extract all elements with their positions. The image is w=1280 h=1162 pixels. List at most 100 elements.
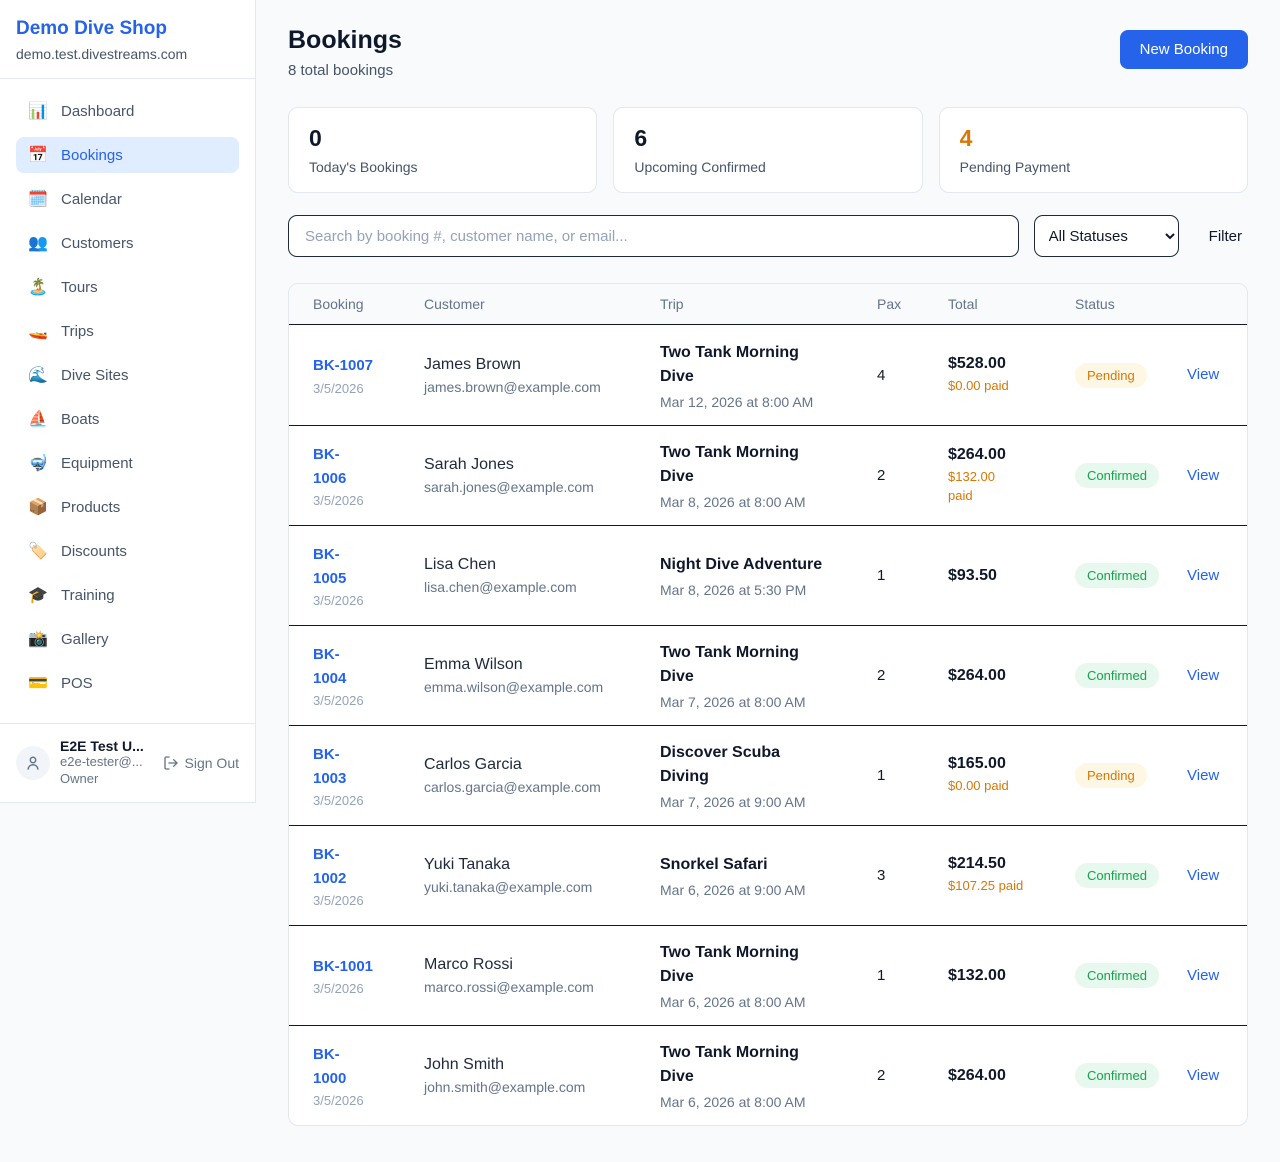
status-badge: Pending <box>1075 763 1147 788</box>
sidebar-item[interactable]: 📅 Bookings <box>16 137 239 173</box>
stat-label: Upcoming Confirmed <box>634 159 901 175</box>
page-subtitle: 8 total bookings <box>288 62 402 79</box>
view-link[interactable]: View <box>1187 667 1219 684</box>
trip-name: Two Tank Morning Dive <box>660 641 867 689</box>
page-title: Bookings <box>288 26 402 55</box>
customer-cell: John Smith john.smith@example.com <box>424 1056 660 1095</box>
view-link[interactable]: View <box>1187 867 1219 884</box>
table-row: BK-1001 3/5/2026 Marco Rossi marco.rossi… <box>289 925 1247 1025</box>
customer-email: sarah.jones@example.com <box>424 479 650 495</box>
booking-cell: BK-1007 3/5/2026 <box>313 354 424 395</box>
view-link[interactable]: View <box>1187 967 1219 984</box>
sidebar-item[interactable]: 📸 Gallery <box>16 621 239 657</box>
total-amount: $528.00 <box>948 355 1065 373</box>
trip-cell: Night Dive Adventure Mar 8, 2026 at 5:30… <box>660 553 877 598</box>
view-link[interactable]: View <box>1187 366 1219 383</box>
search-input[interactable] <box>288 215 1019 257</box>
customer-cell: James Brown james.brown@example.com <box>424 356 660 395</box>
view-link[interactable]: View <box>1187 567 1219 584</box>
actions-cell: View <box>1187 467 1223 485</box>
total-cell: $214.50 $107.25 paid <box>948 855 1075 895</box>
sign-out-icon <box>163 755 179 771</box>
stat-card: 4 Pending Payment <box>939 107 1248 193</box>
booking-date: 3/5/2026 <box>313 893 414 908</box>
sidebar-item-label: Customers <box>61 235 134 252</box>
customer-email: carlos.garcia@example.com <box>424 779 650 795</box>
shop-name: Demo Dive Shop <box>16 18 239 40</box>
trip-datetime: Mar 7, 2026 at 8:00 AM <box>660 694 867 710</box>
sidebar-item[interactable]: 🏝️ Tours <box>16 269 239 305</box>
pax-cell: 3 <box>877 867 948 884</box>
stat-label: Today's Bookings <box>309 159 576 175</box>
total-cell: $264.00 <box>948 667 1075 685</box>
booking-id-link[interactable]: BK-1001 <box>313 955 414 978</box>
stat-cards: 0 Today's Bookings 6 Upcoming Confirmed … <box>288 107 1248 193</box>
status-badge: Confirmed <box>1075 1063 1159 1088</box>
trip-name: Two Tank Morning Dive <box>660 1041 867 1089</box>
table-header-row: Booking Customer Trip Pax Total Status <box>289 284 1247 325</box>
booking-id-link[interactable]: BK-1007 <box>313 354 414 377</box>
sidebar-item[interactable]: 🚤 Trips <box>16 313 239 349</box>
sidebar-item-label: POS <box>61 675 93 692</box>
actions-cell: View <box>1187 667 1223 685</box>
paid-amount: $132.00 paid <box>948 468 1065 504</box>
customer-email: lisa.chen@example.com <box>424 579 650 595</box>
sign-out-button[interactable]: Sign Out <box>163 755 239 771</box>
sidebar-item[interactable]: 📊 Dashboard <box>16 93 239 129</box>
total-cell: $264.00 <box>948 1067 1075 1085</box>
new-booking-button[interactable]: New Booking <box>1120 30 1248 69</box>
status-badge: Pending <box>1075 363 1147 388</box>
sidebar-item[interactable]: 🏷️ Discounts <box>16 533 239 569</box>
booking-date: 3/5/2026 <box>313 493 414 508</box>
sidebar-item[interactable]: 👥 Customers <box>16 225 239 261</box>
booking-cell: BK- 1003 3/5/2026 <box>313 743 424 808</box>
trip-datetime: Mar 7, 2026 at 9:00 AM <box>660 794 867 810</box>
sidebar-item-icon: 🏝️ <box>28 277 48 297</box>
booking-id-link[interactable]: BK- 1006 <box>313 443 414 490</box>
trip-name: Discover Scuba Diving <box>660 741 867 789</box>
filter-button[interactable]: Filter <box>1209 228 1242 245</box>
trip-datetime: Mar 8, 2026 at 8:00 AM <box>660 494 867 510</box>
customer-email: james.brown@example.com <box>424 379 650 395</box>
booking-id-link[interactable]: BK- 1003 <box>313 743 414 790</box>
sidebar-item[interactable]: 💳 POS <box>16 665 239 701</box>
sidebar-item[interactable]: 📦 Products <box>16 489 239 525</box>
sidebar-item[interactable]: 🎓 Training <box>16 577 239 613</box>
booking-id-link[interactable]: BK- 1004 <box>313 643 414 690</box>
status-cell: Confirmed <box>1075 1063 1187 1088</box>
sidebar-item-icon: ⛵ <box>28 409 48 429</box>
pax-cell: 1 <box>877 967 948 984</box>
table-row: BK- 1006 3/5/2026 Sarah Jones sarah.jone… <box>289 425 1247 525</box>
sidebar-item-label: Training <box>61 587 115 604</box>
sidebar-item[interactable]: 🌊 Dive Sites <box>16 357 239 393</box>
booking-id-link[interactable]: BK- 1000 <box>313 1043 414 1090</box>
status-cell: Confirmed <box>1075 663 1187 688</box>
sidebar-item[interactable]: 🤿 Equipment <box>16 445 239 481</box>
table-row: BK-1007 3/5/2026 James Brown james.brown… <box>289 325 1247 425</box>
status-select[interactable]: All Statuses <box>1034 215 1179 257</box>
trip-name: Two Tank Morning Dive <box>660 441 867 489</box>
booking-date: 3/5/2026 <box>313 381 414 396</box>
view-link[interactable]: View <box>1187 467 1219 484</box>
booking-date: 3/5/2026 <box>313 1093 414 1108</box>
sidebar-item[interactable]: 🗓️ Calendar <box>16 181 239 217</box>
table-column-header: Customer <box>424 296 660 312</box>
stat-value: 6 <box>634 125 901 152</box>
status-cell: Pending <box>1075 763 1187 788</box>
status-badge: Confirmed <box>1075 663 1159 688</box>
customer-email: yuki.tanaka@example.com <box>424 879 650 895</box>
customer-cell: Carlos Garcia carlos.garcia@example.com <box>424 756 660 795</box>
booking-date: 3/5/2026 <box>313 693 414 708</box>
actions-cell: View <box>1187 867 1223 885</box>
booking-cell: BK-1001 3/5/2026 <box>313 955 424 996</box>
view-link[interactable]: View <box>1187 767 1219 784</box>
sidebar-item-label: Dashboard <box>61 103 134 120</box>
table-column-header: Pax <box>877 296 948 312</box>
sidebar-item[interactable]: ⛵ Boats <box>16 401 239 437</box>
actions-cell: View <box>1187 967 1223 985</box>
booking-id-link[interactable]: BK- 1002 <box>313 843 414 890</box>
view-link[interactable]: View <box>1187 1067 1219 1084</box>
sidebar-item-label: Discounts <box>61 543 127 560</box>
sidebar-item-icon: 🗓️ <box>28 189 48 209</box>
booking-id-link[interactable]: BK- 1005 <box>313 543 414 590</box>
